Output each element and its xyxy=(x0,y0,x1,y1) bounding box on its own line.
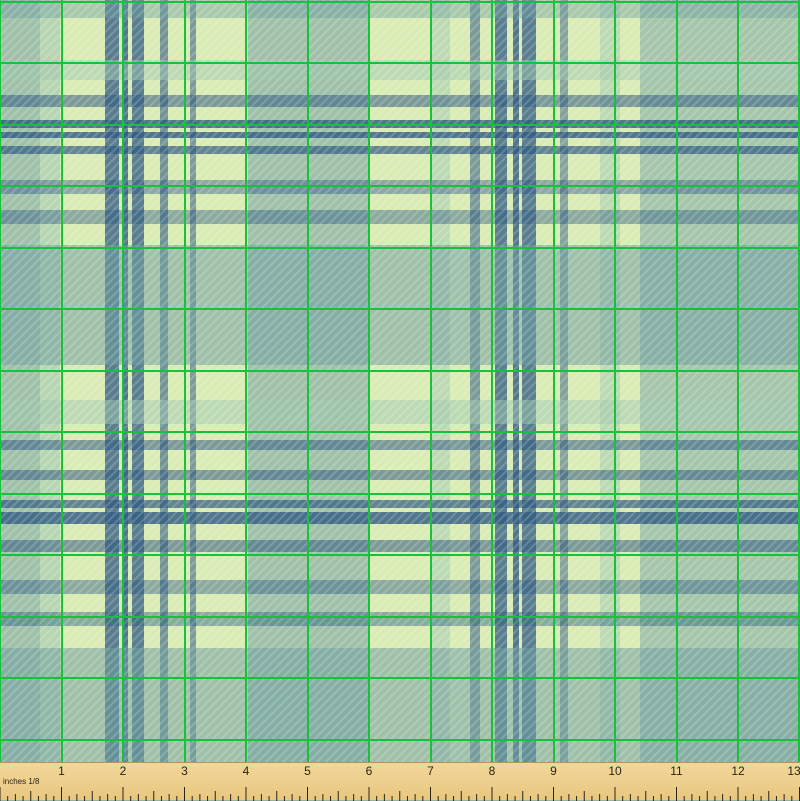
grid-line-vertical xyxy=(553,0,555,762)
grid-line-horizontal xyxy=(0,247,800,249)
ruler-number: 1 xyxy=(58,764,65,778)
grid-line-horizontal xyxy=(0,739,800,741)
ruler-unit-label: inches 1/8 xyxy=(3,777,40,786)
grid-line-horizontal xyxy=(0,370,800,372)
inch-ruler: 1 2 3 4 5 6 7 8 9 10 11 12 13 inches 1/8 xyxy=(0,762,800,801)
grid-line-horizontal xyxy=(0,185,800,187)
ruler-number: 11 xyxy=(670,764,683,778)
ruler-number: 8 xyxy=(488,764,496,778)
grid-line-vertical xyxy=(430,0,432,762)
grid-line-vertical xyxy=(245,0,247,762)
twill-texture xyxy=(0,0,800,762)
ruler-number: 4 xyxy=(242,764,250,778)
grid-line-vertical xyxy=(307,0,309,762)
grid-line-vertical xyxy=(491,0,493,762)
grid-line-vertical xyxy=(368,0,370,762)
ruler-number: 2 xyxy=(119,764,127,778)
ruler-number: 6 xyxy=(365,764,373,778)
grid-line-horizontal xyxy=(0,308,800,310)
ruler-number: 10 xyxy=(608,764,622,778)
grid-line-vertical xyxy=(61,0,63,762)
grid-line-horizontal xyxy=(0,677,800,679)
grid-line-horizontal xyxy=(0,493,800,495)
ruler-number: 7 xyxy=(427,764,434,778)
plaid-fabric-swatch xyxy=(0,0,800,762)
grid-line-vertical xyxy=(676,0,678,762)
grid-line-vertical xyxy=(184,0,186,762)
ruler-number: 3 xyxy=(181,764,188,778)
grid-line-vertical xyxy=(737,0,739,762)
grid-line-vertical xyxy=(0,0,1,762)
grid-line-horizontal xyxy=(0,1,800,3)
grid-line-horizontal xyxy=(0,616,800,618)
grid-line-vertical xyxy=(122,0,124,762)
grid-line-horizontal xyxy=(0,62,800,64)
grid-line-vertical xyxy=(614,0,616,762)
ruler-number: 12 xyxy=(731,764,745,778)
ruler-number: 13 xyxy=(787,764,800,778)
ruler-number: 5 xyxy=(304,764,311,778)
grid-line-horizontal xyxy=(0,124,800,126)
plaid-pattern xyxy=(0,0,800,762)
ruler-number: 9 xyxy=(550,764,557,778)
grid-line-horizontal xyxy=(0,554,800,556)
grid-line-horizontal xyxy=(0,431,800,433)
